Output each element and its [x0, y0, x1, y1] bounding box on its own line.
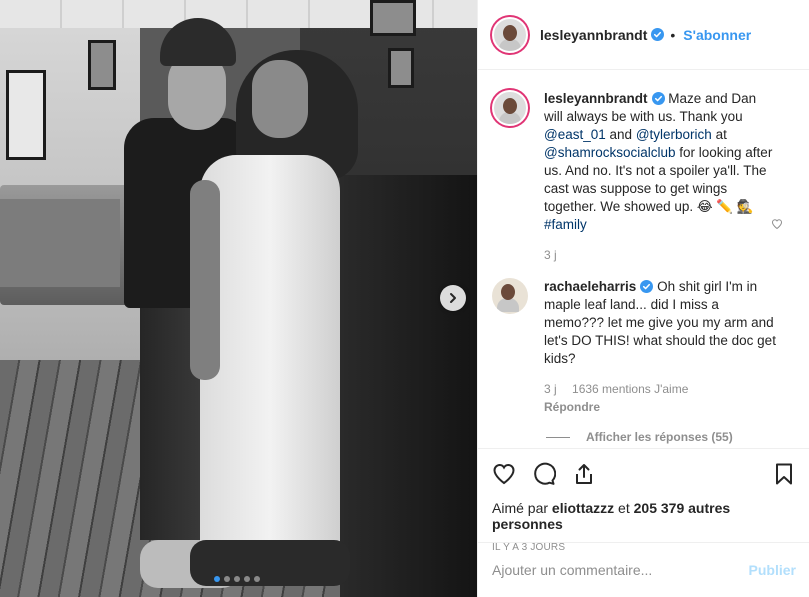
heart-small-icon[interactable]: [771, 218, 783, 230]
post-actions: Aimé par eliottazzz et 205 379 autres pe…: [478, 448, 809, 553]
post-sidebar: lesleyannbrandt • S'abonner lesleyannbra…: [477, 0, 809, 597]
comment-button[interactable]: [532, 462, 556, 486]
next-slide-button[interactable]: [440, 285, 466, 311]
post-header: lesleyannbrandt • S'abonner: [478, 0, 809, 70]
verified-badge-icon: [651, 92, 665, 105]
verified-badge-icon: [651, 28, 665, 41]
publish-button[interactable]: Publier: [749, 562, 796, 578]
liked-by: Aimé par eliottazzz et 205 379 autres pe…: [492, 500, 731, 532]
verified-badge-icon: [640, 280, 654, 293]
comment-icon: [534, 462, 556, 485]
heart-icon: [493, 463, 515, 485]
bookmark-icon: [776, 463, 792, 485]
mention-link[interactable]: @tylerborich: [636, 127, 712, 142]
caption-username[interactable]: lesleyannbrandt: [544, 91, 648, 106]
pool-table: [0, 185, 130, 305]
comment-username[interactable]: rachaeleharris: [544, 279, 636, 294]
carousel-dot: [234, 576, 240, 582]
comment-input[interactable]: [492, 562, 749, 578]
view-replies-label: Afficher les réponses (55): [586, 430, 733, 444]
comment-age: 3 j: [544, 382, 557, 396]
comments-section: lesleyannbrandt Maze and Dan will always…: [478, 70, 809, 448]
caption-text: and: [609, 127, 633, 142]
avatar[interactable]: [492, 90, 528, 126]
share-icon: [576, 464, 592, 484]
comment-composer: Publier: [478, 542, 809, 597]
carousel-indicator: [214, 576, 260, 582]
liked-by-user[interactable]: eliottazzz: [552, 500, 614, 516]
post-photo[interactable]: [0, 0, 477, 597]
caption-age: 3 j: [544, 248, 557, 262]
reply-button[interactable]: Répondre: [544, 400, 600, 414]
comment-likes[interactable]: 1636 mentions J'aime: [572, 382, 688, 396]
hashtag-link[interactable]: #family: [544, 217, 587, 232]
like-button[interactable]: [492, 462, 516, 486]
view-replies-button[interactable]: Afficher les réponses (55): [546, 430, 794, 444]
bar-counter: [340, 175, 477, 597]
carousel-dot: [224, 576, 230, 582]
comment: rachaeleharris Oh shit girl I'm in maple…: [492, 278, 794, 416]
carousel-dot: [254, 576, 260, 582]
next-arrow-icon: [450, 293, 456, 303]
caption-text: at: [715, 127, 727, 142]
avatar[interactable]: [492, 278, 528, 314]
save-button[interactable]: [772, 462, 796, 486]
carousel-dot: [214, 576, 220, 582]
share-button[interactable]: [572, 462, 596, 486]
follow-button[interactable]: S'abonner: [683, 27, 751, 43]
avatar[interactable]: [492, 16, 528, 53]
separator-dot: •: [670, 26, 676, 43]
instagram-post: lesleyannbrandt • S'abonner lesleyannbra…: [0, 0, 809, 597]
carousel-dot: [244, 576, 250, 582]
account-username[interactable]: lesleyannbrandt: [540, 27, 647, 43]
mention-link[interactable]: @east_01: [544, 127, 606, 142]
caption: lesleyannbrandt Maze and Dan will always…: [492, 90, 794, 264]
mention-link[interactable]: @shamrocksocialclub: [544, 145, 676, 160]
